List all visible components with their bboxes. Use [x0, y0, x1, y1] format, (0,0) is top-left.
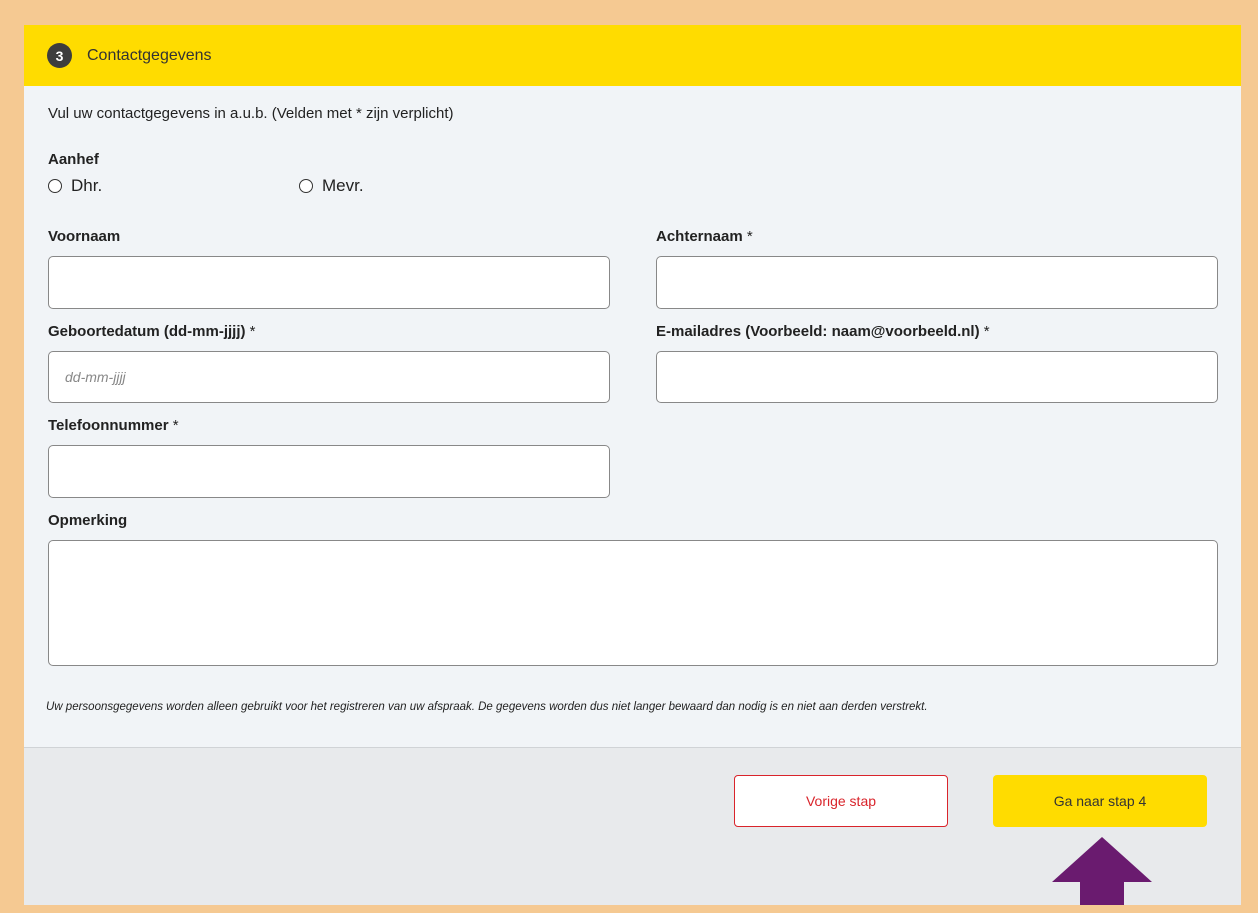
phone-label-text: Telefoonnummer [48, 417, 169, 434]
phone-label: Telefoonnummer * [48, 417, 179, 434]
required-marker: * [172, 417, 179, 434]
step-number-badge: 3 [47, 43, 72, 68]
previous-step-button[interactable]: Vorige stap [734, 775, 948, 827]
radio-circle-icon[interactable] [48, 179, 62, 193]
birthdate-label-text: Geboortedatum (dd-mm-jjjj) [48, 323, 246, 340]
remark-textarea[interactable] [48, 540, 1218, 666]
required-marker: * [983, 323, 990, 340]
email-input[interactable] [656, 351, 1218, 403]
radio-dhr-label: Dhr. [71, 176, 103, 195]
first-name-input[interactable] [48, 256, 610, 309]
remark-label: Opmerking [48, 512, 127, 529]
next-step-button[interactable]: Ga naar stap 4 [993, 775, 1207, 827]
birthdate-label: Geboortedatum (dd-mm-jjjj) * [48, 323, 256, 340]
last-name-label-text: Achternaam [656, 228, 743, 245]
radio-mevr-label: Mevr. [322, 176, 364, 195]
email-label-text: E-mailadres (Voorbeeld: naam@voorbeeld.n… [656, 323, 980, 340]
email-label: E-mailadres (Voorbeeld: naam@voorbeeld.n… [656, 323, 990, 340]
radio-mevr[interactable]: Mevr. [299, 176, 364, 196]
first-name-label: Voornaam [48, 228, 120, 245]
last-name-label: Achternaam * [656, 228, 753, 245]
salutation-label: Aanhef [48, 151, 99, 168]
contact-form-panel: 3 Contactgegevens Vul uw contactgegevens… [24, 25, 1241, 905]
intro-text: Vul uw contactgegevens in a.u.b. (Velden… [48, 105, 454, 122]
privacy-notice: Uw persoonsgegevens worden alleen gebrui… [46, 701, 928, 713]
phone-input[interactable] [48, 445, 610, 498]
arrow-up-icon [1052, 837, 1152, 905]
last-name-input[interactable] [656, 256, 1218, 309]
required-marker: * [746, 228, 753, 245]
radio-circle-icon[interactable] [299, 179, 313, 193]
first-name-label-text: Voornaam [48, 228, 121, 245]
remark-label-text: Opmerking [48, 512, 128, 529]
step-header: 3 Contactgegevens [24, 25, 1241, 86]
step-title: Contactgegevens [87, 46, 212, 64]
birthdate-placeholder: dd-mm-jjjj [65, 369, 126, 385]
required-marker: * [249, 323, 256, 340]
radio-dhr[interactable]: Dhr. [48, 176, 102, 196]
birthdate-input[interactable]: dd-mm-jjjj [48, 351, 610, 403]
